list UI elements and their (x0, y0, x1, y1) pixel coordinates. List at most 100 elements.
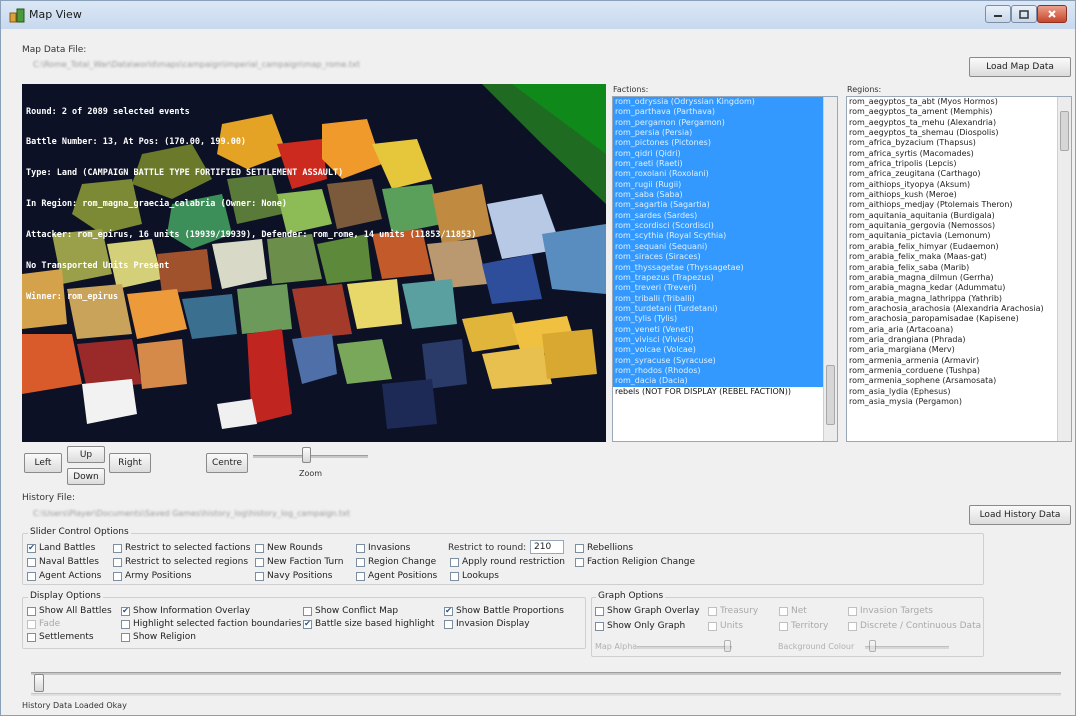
faction-item[interactable]: rom_thyssagetae (Thyssagetae) (613, 262, 837, 273)
faction-item[interactable]: rom_sagartia (Sagartia) (613, 200, 837, 211)
timeline-slider-track[interactable] (31, 672, 1061, 675)
battle-size-highlight-checkbox[interactable]: ✔ Battle size based highlight (303, 619, 435, 629)
faction-item[interactable]: rom_scordisci (Scordisci) (613, 221, 837, 232)
factions-scroll-thumb[interactable] (826, 365, 835, 425)
restrict-factions-checkbox[interactable]: Restrict to selected factions (113, 543, 250, 553)
faction-item[interactable]: rom_persia (Persia) (613, 128, 837, 139)
region-item[interactable]: rom_aegyptos_ta_abt (Myos Hormos) (847, 97, 1071, 107)
region-item[interactable]: rom_aegyptos_ta_mehu (Alexandria) (847, 118, 1071, 128)
faction-item[interactable]: rom_triballi (Triballi) (613, 293, 837, 304)
map-canvas[interactable]: Round: 2 of 2089 selected events Battle … (22, 84, 606, 442)
show-only-graph-checkbox[interactable]: Show Only Graph (595, 621, 685, 631)
region-item[interactable]: rom_aria_margiana (Merv) (847, 345, 1071, 355)
zoom-slider-thumb[interactable] (302, 447, 311, 463)
discrete-continuous-checkbox[interactable]: Discrete / Continuous Data (848, 621, 981, 631)
timeline-slider-thumb[interactable] (34, 674, 44, 692)
restrict-regions-checkbox[interactable]: Restrict to selected regions (113, 557, 248, 567)
region-item[interactable]: rom_aquitania_aquitania (Burdigala) (847, 211, 1071, 221)
region-item[interactable]: rom_arabia_felix_maka (Maas-gat) (847, 252, 1071, 262)
map-alpha-slider-thumb[interactable] (724, 640, 731, 652)
region-item[interactable]: rom_arabia_magna_kedar (Adummatu) (847, 283, 1071, 293)
left-button[interactable]: Left (24, 453, 62, 473)
invasion-display-checkbox[interactable]: Invasion Display (444, 619, 530, 629)
new-faction-turn-checkbox[interactable]: New Faction Turn (255, 557, 344, 567)
show-graph-overlay-checkbox[interactable]: Show Graph Overlay (595, 606, 700, 616)
faction-item[interactable]: rom_pictones (Pictones) (613, 138, 837, 149)
restrict-round-input[interactable]: 210 (530, 540, 564, 554)
faction-item[interactable]: rom_treveri (Treveri) (613, 283, 837, 294)
regions-scrollbar[interactable] (1057, 97, 1071, 441)
region-item[interactable]: rom_aquitania_gergovia (Nemossos) (847, 221, 1071, 231)
faction-item[interactable]: rebels (NOT FOR DISPLAY (REBEL FACTION)) (613, 387, 837, 397)
minimize-button[interactable] (985, 5, 1011, 23)
region-item[interactable]: rom_aquitania_pictavia (Lemonum) (847, 231, 1071, 241)
faction-item[interactable]: rom_scythia (Royal Scythia) (613, 231, 837, 242)
army-positions-checkbox[interactable]: Army Positions (113, 571, 191, 581)
maximize-button[interactable] (1011, 5, 1037, 23)
factions-scrollbar[interactable] (823, 97, 837, 441)
territory-checkbox[interactable]: Territory (779, 621, 828, 631)
background-colour-slider-track[interactable] (865, 646, 949, 649)
invasion-targets-checkbox[interactable]: Invasion Targets (848, 606, 933, 616)
highlight-faction-boundaries-checkbox[interactable]: Highlight selected faction boundaries (121, 619, 301, 629)
region-item[interactable]: rom_aegyptos_ta_shemau (Diospolis) (847, 128, 1071, 138)
faction-item[interactable]: rom_dacia (Dacia) (613, 376, 837, 387)
faction-item[interactable]: rom_parthava (Parthava) (613, 107, 837, 118)
faction-item[interactable]: rom_turdetani (Turdetani) (613, 303, 837, 315)
region-item[interactable]: rom_asia_mysia (Pergamon) (847, 397, 1071, 407)
faction-item[interactable]: rom_odryssia (Odryssian Kingdom) (613, 97, 837, 108)
faction-item[interactable]: rom_vivisci (Vivisci) (613, 334, 837, 346)
region-item[interactable]: rom_aithiops_ityopya (Aksum) (847, 180, 1071, 190)
faction-religion-change-checkbox[interactable]: Faction Religion Change (575, 557, 695, 567)
load-history-data-button[interactable]: Load History Data (969, 505, 1071, 525)
region-item[interactable]: rom_arabia_felix_himyar (Eudaemon) (847, 242, 1071, 252)
region-item[interactable]: rom_armenia_corduene (Tushpa) (847, 366, 1071, 376)
region-change-checkbox[interactable]: Region Change (356, 557, 436, 567)
faction-item[interactable]: rom_sardes (Sardes) (613, 210, 837, 222)
treasury-checkbox[interactable]: Treasury (708, 606, 758, 616)
region-item[interactable]: rom_aegyptos_ta_ament (Memphis) (847, 107, 1071, 117)
region-item[interactable]: rom_africa_tripolis (Lepcis) (847, 159, 1071, 169)
faction-item[interactable]: rom_qidri (Qidri) (613, 148, 837, 160)
lookups-checkbox[interactable]: Lookups (450, 571, 499, 581)
regions-listbox[interactable]: rom_aegyptos_ta_abt (Myos Hormos) rom_ae… (846, 96, 1072, 442)
region-item[interactable]: rom_africa_byzacium (Thapsus) (847, 138, 1071, 148)
show-religion-checkbox[interactable]: Show Religion (121, 632, 196, 642)
region-item[interactable]: rom_arabia_magna_dilmun (Gerrha) (847, 273, 1071, 283)
faction-item[interactable]: rom_rugii (Rugii) (613, 179, 837, 191)
close-button[interactable] (1037, 5, 1067, 23)
units-checkbox[interactable]: Units (708, 621, 743, 631)
show-battle-proportions-checkbox[interactable]: ✔ Show Battle Proportions (444, 606, 564, 616)
region-item[interactable]: rom_armenia_armenia (Armavir) (847, 356, 1071, 366)
settlements-checkbox[interactable]: Settlements (27, 632, 94, 642)
region-item[interactable]: rom_africa_syrtis (Macomades) (847, 149, 1071, 159)
region-item[interactable]: rom_armenia_sophene (Arsamosata) (847, 376, 1071, 386)
region-item[interactable]: rom_aria_aria (Artacoana) (847, 325, 1071, 335)
faction-item[interactable]: rom_volcae (Volcae) (613, 345, 837, 356)
faction-item[interactable]: rom_trapezus (Trapezus) (613, 272, 837, 284)
new-rounds-checkbox[interactable]: New Rounds (255, 543, 323, 553)
faction-item[interactable]: rom_pergamon (Pergamon) (613, 117, 837, 129)
region-item[interactable]: rom_arabia_magna_lathrippa (Yathrib) (847, 294, 1071, 304)
show-information-overlay-checkbox[interactable]: ✔ Show Information Overlay (121, 606, 250, 616)
faction-item[interactable]: rom_raeti (Raeti) (613, 159, 837, 170)
region-item[interactable]: rom_aria_drangiana (Phrada) (847, 335, 1071, 345)
down-button[interactable]: Down (67, 468, 105, 485)
faction-item[interactable]: rom_tylis (Tylis) (613, 314, 837, 325)
faction-item[interactable]: rom_roxolani (Roxolani) (613, 169, 837, 180)
navy-positions-checkbox[interactable]: Navy Positions (255, 571, 333, 581)
load-map-data-button[interactable]: Load Map Data (969, 57, 1071, 77)
show-all-battles-checkbox[interactable]: Show All Battles (27, 606, 112, 616)
net-checkbox[interactable]: Net (779, 606, 807, 616)
agent-actions-checkbox[interactable]: Agent Actions (27, 571, 101, 581)
invasions-checkbox[interactable]: Invasions (356, 543, 410, 553)
faction-item[interactable]: rom_rhodos (Rhodos) (613, 365, 837, 377)
faction-item[interactable]: rom_veneti (Veneti) (613, 324, 837, 335)
fade-checkbox[interactable]: Fade (27, 619, 60, 629)
land-battles-checkbox[interactable]: ✔ Land Battles (27, 543, 95, 553)
show-conflict-map-checkbox[interactable]: Show Conflict Map (303, 606, 398, 616)
map-alpha-slider-track[interactable] (637, 646, 732, 649)
faction-item[interactable]: rom_saba (Saba) (613, 190, 837, 201)
factions-listbox[interactable]: rom_odryssia (Odryssian Kingdom) rom_par… (612, 96, 838, 442)
region-item[interactable]: rom_aithiops_kush (Meroe) (847, 190, 1071, 200)
